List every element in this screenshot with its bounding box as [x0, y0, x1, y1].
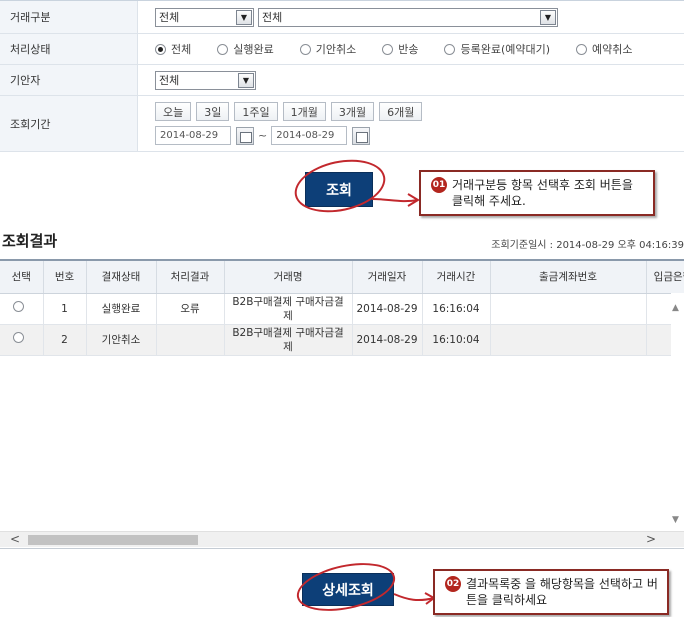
radio-button[interactable] — [576, 43, 588, 55]
radio-button[interactable] — [299, 43, 311, 55]
status-radio-option[interactable]: 등록완료(예약대기) — [444, 41, 550, 57]
column-header[interactable]: 결재상태 — [86, 261, 157, 294]
status-radio-option[interactable]: 전체 — [155, 41, 191, 57]
radio-button[interactable] — [444, 43, 456, 55]
callout-search: 01 거래구분등 항목 선택후 조회 버튼을 클릭해 주세요. — [419, 170, 655, 216]
period-button[interactable]: 오늘 — [155, 102, 192, 121]
transaction-type-select-1[interactable]: 전체 ▼ — [155, 7, 254, 27]
radio-button[interactable] — [217, 43, 229, 55]
period-button[interactable]: 1주일 — [234, 102, 278, 121]
period-button[interactable]: 3개월 — [330, 102, 375, 121]
column-header[interactable]: 처리결과 — [156, 261, 225, 294]
calendar-icon[interactable] — [352, 126, 371, 145]
step-number-badge: 02 — [445, 576, 461, 592]
scroll-right-icon[interactable]: > — [646, 532, 656, 546]
row-period: 조회기간 오늘 3일 1주일 1개월 3개월 6개월 2014-08-29 ~ 2014-… — [0, 96, 684, 152]
arrow-icon — [393, 592, 436, 605]
arrow-icon — [371, 193, 420, 207]
cell-date: 2014-08-29 — [352, 324, 423, 356]
table-row[interactable]: 1 실행완료 오류 B2B구매결제 구매자금결제 2014-08-29 16:16:04 — [0, 293, 684, 325]
drafter-select[interactable]: 전체 ▼ — [155, 70, 256, 90]
status-radio-option[interactable]: 반송 — [382, 41, 418, 57]
chevron-down-icon: ▼ — [540, 9, 556, 25]
callout-text: 결과목록중 을 해당항목을 선택하고 버튼을 클릭하세요 — [466, 577, 658, 607]
scroll-left-icon[interactable]: < — [10, 532, 20, 546]
scroll-up-icon[interactable]: ▲ — [672, 303, 679, 313]
radio-label: 등록완료(예약대기) — [460, 43, 551, 56]
cell-date: 2014-08-29 — [352, 293, 423, 325]
radio-button[interactable] — [382, 43, 394, 55]
table-row[interactable]: 2 기안취소 B2B구매결제 구매자금결제 2014-08-29 16:10:04 — [0, 324, 684, 356]
scroll-thumb[interactable] — [28, 535, 198, 545]
radio-label: 기안취소 — [315, 43, 357, 56]
vertical-scrollbar[interactable]: ▲ ▼ — [671, 293, 684, 529]
chevron-down-icon: ▼ — [236, 9, 252, 25]
period-button[interactable]: 1개월 — [282, 102, 326, 121]
status-radio-option[interactable]: 예약취소 — [576, 41, 633, 57]
radio-button[interactable] — [155, 43, 166, 55]
results-grid: 선택번호결재상태처리결과거래명거래일자거래시간출금계좌번호입금은행 1실행완료오… — [0, 259, 684, 549]
radio-label: 전체 — [171, 43, 192, 56]
column-header[interactable]: 거래시간 — [422, 261, 491, 294]
cell-no: 2 — [43, 324, 87, 356]
callout-detail: 02 결과목록중 을 해당항목을 선택하고 버튼을 클릭하세요 — [433, 569, 669, 615]
period-button[interactable]: 6개월 — [379, 102, 423, 121]
column-header[interactable]: 출금계좌번호 — [490, 261, 647, 294]
row-select-radio[interactable] — [13, 332, 25, 343]
cell-name: B2B구매결제 구매자금결제 — [224, 293, 353, 325]
horizontal-scrollbar[interactable]: < > — [0, 531, 684, 547]
callout-text: 거래구분등 항목 선택후 조회 버튼을 클릭해 주세요. — [452, 178, 633, 208]
select-cell — [0, 293, 44, 325]
period-button[interactable]: 3일 — [196, 102, 230, 121]
drafter-label: 기안자 — [0, 65, 138, 95]
cell-name: B2B구매결제 구매자금결제 — [224, 324, 353, 356]
cell-account — [490, 293, 647, 325]
calendar-icon[interactable] — [236, 126, 254, 145]
step-number-badge: 01 — [431, 177, 447, 193]
period-button-group: 오늘 3일 1주일 1개월 3개월 6개월 — [155, 102, 427, 121]
cell-result — [156, 324, 225, 356]
date-to-input[interactable]: 2014-08-29 — [271, 126, 348, 145]
cell-approval: 실행완료 — [86, 293, 157, 325]
date-from-input[interactable]: 2014-08-29 — [155, 126, 231, 145]
cell-result: 오류 — [156, 293, 225, 325]
row-status: 처리상태 전체 실행완료 기안취소 반송 등록완료(예약대기) 예약취소 — [0, 34, 684, 65]
cell-time: 16:10:04 — [422, 324, 491, 356]
column-header[interactable]: 번호 — [43, 261, 87, 294]
status-radio-option[interactable]: 기안취소 — [299, 41, 357, 57]
radio-label: 실행완료 — [233, 43, 274, 56]
results-query-datetime: 조회기준일시 : 2014-08-29 오후 04:16:39 — [491, 240, 684, 251]
radio-label: 반송 — [398, 43, 419, 56]
chevron-down-icon: ▼ — [238, 72, 254, 88]
transaction-type-label: 거래구분 — [0, 1, 138, 33]
column-header[interactable]: 선택 — [0, 261, 44, 294]
cell-approval: 기안취소 — [86, 324, 157, 356]
search-form: 거래구분 전체 ▼ 전체 ▼ 처리상태 전체 실행완료 기안취소 반송 등록완료(예약대… — [0, 0, 684, 152]
cell-time: 16:16:04 — [422, 293, 491, 325]
status-label: 처리상태 — [0, 34, 138, 64]
transaction-type-select-2[interactable]: 전체 ▼ — [258, 7, 558, 27]
radio-label: 예약취소 — [592, 43, 633, 56]
cell-no: 1 — [43, 293, 87, 325]
status-radio-option[interactable]: 실행완료 — [217, 41, 274, 57]
row-transaction-type: 거래구분 전체 ▼ 전체 ▼ — [0, 1, 684, 34]
row-drafter: 기안자 전체 ▼ — [0, 65, 684, 96]
scroll-down-icon[interactable]: ▼ — [672, 515, 679, 525]
period-label: 조회기간 — [0, 96, 138, 151]
row-select-radio[interactable] — [13, 301, 25, 312]
table-header-row: 선택번호결재상태처리결과거래명거래일자거래시간출금계좌번호입금은행 — [0, 261, 684, 294]
status-radio-group: 전체 실행완료 기안취소 반송 등록완료(예약대기) 예약취소 — [138, 34, 684, 64]
column-header[interactable]: 거래명 — [224, 261, 353, 294]
results-table: 선택번호결재상태처리결과거래명거래일자거래시간출금계좌번호입금은행 1실행완료오… — [0, 261, 684, 356]
cell-account — [490, 324, 647, 356]
highlight-ring — [292, 555, 400, 617]
results-title: 조회결과 — [2, 232, 58, 250]
column-header[interactable]: 거래일자 — [352, 261, 423, 294]
date-range-separator: ~ — [258, 129, 268, 142]
select-cell — [0, 324, 44, 356]
column-header[interactable]: 입금은행 — [646, 261, 684, 294]
